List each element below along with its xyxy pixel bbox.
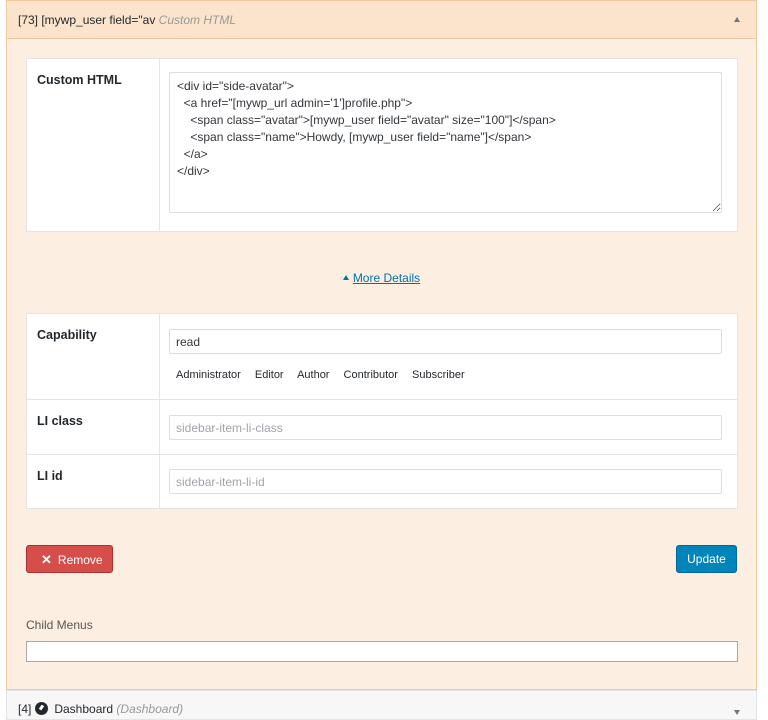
row-divider [159, 314, 160, 399]
update-button-label: Update [687, 552, 726, 566]
li-id-row: LI id [27, 455, 737, 509]
custom-html-label: Custom HTML [37, 73, 122, 87]
role-subscriber[interactable]: Subscriber [412, 369, 465, 381]
custom-html-textarea[interactable]: <div id="side-avatar"> <a href="[mywp_ur… [169, 72, 722, 213]
triangle-up-icon [342, 275, 349, 280]
chevron-down-icon[interactable] [734, 710, 740, 715]
li-id-input[interactable] [169, 469, 722, 494]
capability-row: Capability Administrator Editor Author C… [27, 314, 737, 400]
child-menus-label: Child Menus [26, 618, 93, 632]
menu-item-type: Custom HTML [158, 13, 237, 27]
details-section: Capability Administrator Editor Author C… [26, 313, 738, 509]
more-details-toggle[interactable]: More Details [7, 271, 756, 285]
menu-item-dashboard[interactable]: [4] Dashboard (Dashboard) [6, 690, 757, 720]
update-button[interactable]: Update [676, 545, 737, 573]
li-class-input[interactable] [169, 415, 722, 440]
li-class-label: LI class [37, 414, 83, 428]
custom-html-section: Custom HTML <div id="side-avatar"> <a hr… [26, 58, 738, 232]
remove-button-label: Remove [57, 553, 103, 567]
capability-input[interactable] [169, 329, 722, 354]
menu-item-header[interactable]: [73] [mywp_user field="av Custom HTML [7, 1, 756, 39]
row-divider [159, 400, 160, 454]
li-id-label: LI id [37, 469, 63, 483]
role-editor[interactable]: Editor [255, 369, 284, 381]
role-administrator[interactable]: Administrator [176, 369, 241, 381]
capability-label: Capability [37, 328, 97, 342]
child-menus-dropzone[interactable] [26, 641, 738, 662]
dashboard-icon [35, 702, 49, 715]
custom-html-row: Custom HTML <div id="side-avatar"> <a hr… [27, 59, 737, 231]
menu-item-panel: [73] [mywp_user field="av Custom HTML Cu… [6, 0, 757, 690]
li-class-row: LI class [27, 400, 737, 455]
chevron-up-icon[interactable] [734, 17, 740, 22]
role-contributor[interactable]: Contributor [344, 369, 398, 381]
more-details-link[interactable]: More Details [353, 271, 420, 285]
role-list: Administrator Editor Author Contributor … [176, 369, 476, 381]
remove-button[interactable]: ✕ Remove [26, 545, 113, 573]
menu-item-title: [73] [mywp_user field="av [18, 13, 156, 27]
row-divider [159, 59, 160, 231]
row-divider [159, 455, 160, 509]
role-author[interactable]: Author [297, 369, 329, 381]
close-icon: ✕ [41, 552, 52, 567]
